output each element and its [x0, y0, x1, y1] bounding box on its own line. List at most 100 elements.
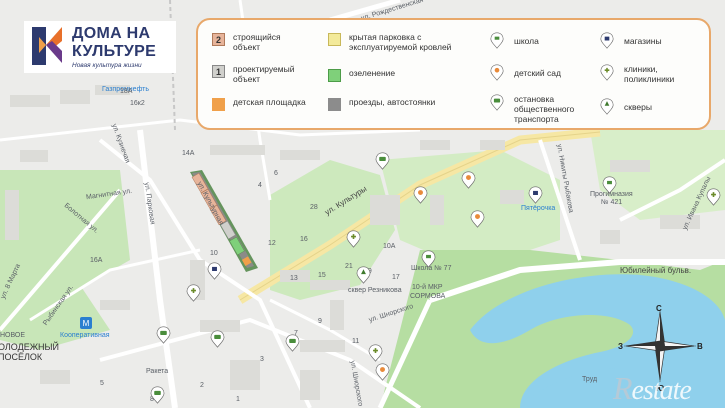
label-pyaterochka: Пятёрочка [521, 205, 556, 212]
clinic-icon[interactable] [186, 284, 201, 302]
legend-item-parking: крытая парковка с эксплуатируемой кровле… [328, 32, 489, 52]
kindergarten-icon[interactable] [461, 171, 476, 189]
house-number: 16 [300, 236, 308, 243]
watermark: Restate [613, 370, 692, 407]
clinic-icon[interactable] [368, 344, 383, 362]
svg-text:M: M [83, 319, 90, 328]
legend-item-clinics: клиники, поликлиники [600, 64, 684, 84]
house-number: 10А [383, 243, 396, 250]
label-raketa: Ракета [146, 368, 169, 375]
school-icon[interactable] [602, 176, 617, 194]
label-rayon-sormova: СОРМОВА [410, 293, 446, 300]
square-icon [600, 98, 614, 115]
map-legend: 2 строящийся объект 1 проектируемый объе… [196, 18, 711, 130]
bus-stop-icon[interactable] [156, 326, 171, 344]
legend-label: детская площадка [233, 97, 306, 107]
legend-label: клиники, поликлиники [624, 64, 675, 84]
compass-east: В [697, 342, 703, 351]
house-number: 17 [392, 274, 400, 281]
legend-label: проезды, автостоянки [349, 97, 436, 107]
legend-swatch: 2 [212, 33, 225, 46]
kindergarten-icon[interactable] [413, 186, 428, 204]
house-number: 21 [345, 263, 353, 270]
house-number: 5 [100, 380, 104, 387]
logo-title-line2: КУЛЬТУРЕ [72, 43, 157, 60]
legend-item-school: школа [490, 32, 539, 49]
house-number: 3 [260, 356, 264, 363]
house-number: 4 [258, 182, 262, 189]
bus-stop-icon[interactable] [150, 386, 165, 404]
legend-label: проектируемый объект [233, 64, 295, 84]
kindergarten-icon[interactable] [375, 363, 390, 381]
watermark-rest: estate [631, 375, 692, 406]
legend-label: скверы [624, 102, 652, 112]
legend-item-driveways: проезды, автостоянки [328, 97, 469, 111]
label-bulvar: Юбилейный бульв. [620, 266, 692, 275]
house-number: 18А [120, 88, 133, 95]
label-rayon-left3: НОВОЕ [0, 332, 26, 339]
house-number: 13 [290, 275, 298, 282]
legend-item-transit: остановка общественного транспорта [490, 94, 584, 124]
legend-item-landscaping: озеленение [328, 68, 449, 82]
watermark-r: R [613, 370, 633, 406]
legend-swatch [328, 98, 341, 111]
house-number: 16к2 [130, 100, 145, 107]
school-icon [490, 32, 504, 49]
house-number: 12 [268, 240, 276, 247]
house-number: 1 [236, 396, 240, 403]
house-number: 28 [310, 204, 318, 211]
legend-label: крытая парковка с эксплуатируемой кровле… [349, 32, 452, 52]
label-trud: Труд [582, 376, 598, 383]
shop-icon [600, 32, 614, 49]
bus-stop-icon[interactable] [285, 334, 300, 352]
legend-swatch [328, 33, 341, 46]
clinic-icon[interactable] [706, 188, 721, 206]
legend-label: остановка общественного транспорта [514, 94, 575, 124]
bus-stop-icon[interactable] [210, 330, 225, 348]
house-number: 6 [274, 170, 278, 177]
school-icon[interactable] [421, 250, 436, 268]
bus-stop-icon [490, 94, 504, 111]
house-number: 14А [182, 150, 195, 157]
legend-label: детский сад [514, 68, 561, 78]
legend-item-designed: 1 проектируемый объект [212, 64, 307, 84]
label-rayon-left: ОЛОДЕЖНЫЙ [0, 342, 59, 352]
legend-label: строящийся объект [233, 32, 281, 52]
logo: ДОМА НА КУЛЬТУРЕ Новая культура жизни [24, 21, 176, 73]
house-number: 2 [200, 382, 204, 389]
house-number: 10 [210, 250, 218, 257]
legend-item-squares: скверы [600, 98, 652, 115]
kindergarten-icon[interactable] [470, 210, 485, 228]
clinic-icon [600, 64, 614, 81]
square-icon[interactable] [356, 266, 371, 284]
legend-label: магазины [624, 36, 662, 46]
compass-north: С [656, 304, 662, 313]
legend-item-kindergarten: детский сад [490, 64, 561, 81]
legend-swatch: 1 [212, 65, 225, 78]
house-number: 15 [318, 272, 326, 279]
legend-label: школа [514, 36, 539, 46]
clinic-icon[interactable] [346, 230, 361, 248]
legend-label: озеленение [349, 68, 396, 78]
label-skver: сквер Резникова [348, 287, 402, 294]
house-number: 11 [352, 338, 360, 345]
logo-tagline: Новая культура жизни [72, 62, 142, 69]
kindergarten-icon [490, 64, 504, 81]
house-number: 16А [90, 257, 103, 264]
compass-west: З [618, 342, 624, 351]
legend-item-under-construction: 2 строящийся объект [212, 32, 307, 52]
shop-icon[interactable] [207, 262, 222, 280]
metro-icon[interactable]: M [80, 316, 95, 334]
legend-swatch [328, 69, 341, 82]
house-number: 9 [318, 318, 322, 325]
label-progimnazia-num: № 421 [601, 199, 623, 206]
legend-item-playground: детская площадка [212, 97, 333, 111]
legend-swatch [212, 98, 225, 111]
logo-mark-icon [32, 27, 62, 65]
label-rayon-left2: ПОСЁЛОК [0, 352, 43, 362]
bus-stop-icon[interactable] [375, 152, 390, 170]
logo-title-line1: ДОМА НА [72, 25, 151, 42]
label-rayon: 10-й МКР [412, 284, 443, 291]
legend-item-shops: магазины [600, 32, 662, 49]
shop-icon[interactable] [528, 186, 543, 204]
